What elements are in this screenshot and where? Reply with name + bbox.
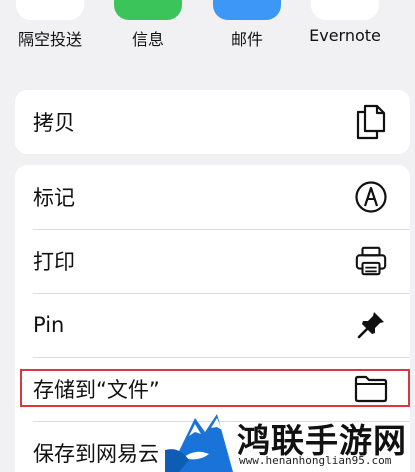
action-label: 保存到网易云 [33,442,159,466]
printer-icon [354,244,388,278]
pin-icon [354,308,388,342]
share-app-label: 邮件 [230,30,263,49]
action-label: 拷贝 [33,111,75,135]
share-apps-row: 隔空投送 信息 邮件 Evernote [0,0,415,70]
action-label: Pin [33,313,65,337]
share-app-label: 信息 [131,30,164,49]
airdrop-icon [16,0,84,20]
action-markup[interactable]: 标记 [15,165,410,229]
mail-icon [213,0,281,20]
markup-icon [354,180,388,214]
share-app-label: Evernote [309,26,381,45]
action-label: 存储到“文件” [33,378,160,402]
action-label: 打印 [33,250,75,274]
actions-group-copy: 拷贝 [15,90,410,154]
evernote-icon [311,0,379,20]
messages-icon [114,0,182,20]
folder-icon [354,372,388,406]
action-label: 标记 [33,186,75,210]
action-pin[interactable]: Pin [15,293,410,357]
watermark-url: www.henanhonglian95.com [239,454,392,467]
action-copy[interactable]: 拷贝 [15,90,410,154]
action-print[interactable]: 打印 [15,229,410,293]
copy-icon [354,104,388,140]
watermark-logo [165,410,233,472]
share-sheet: 隔空投送 信息 邮件 Evernote 拷贝 标记 打印 Pin 存储到“文件”… [0,0,415,472]
share-app-label: 隔空投送 [17,30,82,49]
watermark: 鸿联手游网 www.henanhonglian95.com [165,410,415,472]
